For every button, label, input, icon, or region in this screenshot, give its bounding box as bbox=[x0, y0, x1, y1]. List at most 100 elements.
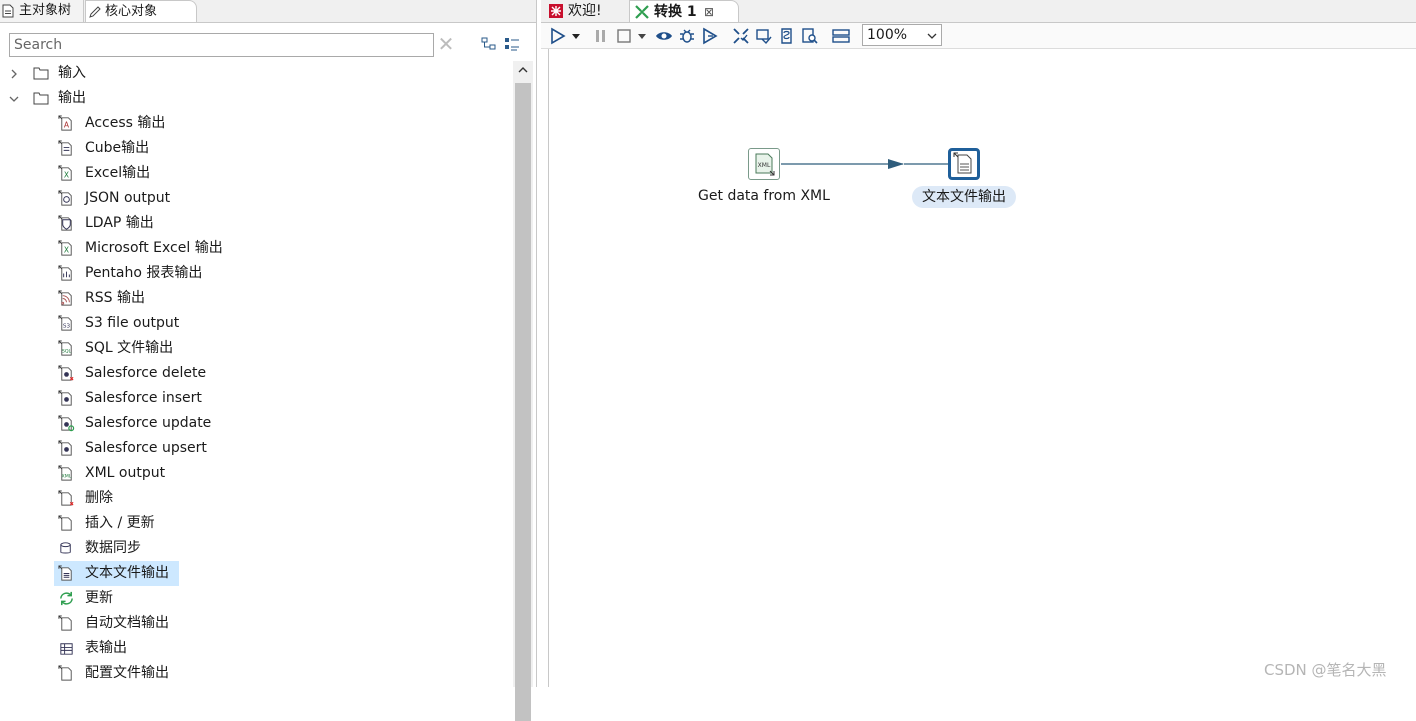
ldap-icon bbox=[58, 215, 75, 232]
step-item-label: Salesforce upsert bbox=[85, 440, 207, 456]
json-icon bbox=[58, 190, 75, 207]
table-output-icon bbox=[58, 640, 75, 657]
preview-icon[interactable] bbox=[655, 27, 673, 45]
replay-icon[interactable] bbox=[701, 27, 719, 45]
step-item-label: JSON output bbox=[85, 190, 171, 206]
tree-step-item[interactable]: Salesforce upsert bbox=[0, 436, 512, 461]
collapse-all-icon[interactable] bbox=[480, 35, 498, 53]
tree-step-item[interactable]: Salesforce delete bbox=[0, 361, 512, 386]
pause-icon[interactable] bbox=[592, 27, 610, 45]
sql-file-icon: SQL bbox=[58, 340, 75, 357]
left-tab-bar: 主对象树 核心对象 bbox=[0, 0, 536, 23]
step-item-label: 文本文件输出 bbox=[85, 565, 169, 581]
run-icon[interactable] bbox=[549, 27, 567, 45]
clear-search-icon[interactable]: ✕ bbox=[437, 34, 455, 54]
tree-step-item[interactable]: Salesforce update bbox=[0, 411, 512, 436]
step-item-label: RSS 输出 bbox=[85, 290, 145, 306]
tree-step-item[interactable]: LDAP 输出 bbox=[0, 211, 512, 236]
tree-step-item[interactable]: XML XML output bbox=[0, 461, 512, 486]
expand-all-icon[interactable] bbox=[503, 35, 521, 53]
left-panel: 主对象树 核心对象 ✕ 输入 bbox=[0, 0, 537, 721]
step-item-label: Microsoft Excel 输出 bbox=[85, 240, 223, 256]
xml-icon: XML bbox=[58, 465, 75, 482]
tab-core-objects[interactable]: 核心对象 bbox=[85, 0, 197, 22]
transformation-canvas[interactable]: XML Get data from XML 文本文件输出 bbox=[548, 49, 1416, 687]
step-item-label: SQL 文件输出 bbox=[85, 340, 174, 356]
tab-label: 转换 1 bbox=[654, 4, 697, 20]
tree-folder-input[interactable]: 输入 bbox=[0, 61, 512, 86]
insert-update-icon bbox=[58, 515, 75, 532]
tree-step-item[interactable]: JSON output bbox=[0, 186, 512, 211]
xml-input-icon: XML bbox=[749, 149, 779, 179]
impact-icon[interactable] bbox=[755, 27, 773, 45]
tree-step-item[interactable]: A Access 输出 bbox=[0, 111, 512, 136]
tree-folder-output[interactable]: 输出 bbox=[0, 86, 512, 111]
tab-transformation-1[interactable]: 转换 1 ⊠ bbox=[629, 0, 739, 22]
tree-step-item[interactable]: RSS 输出 bbox=[0, 286, 512, 311]
stop-dropdown-icon[interactable] bbox=[637, 27, 647, 45]
tab-label: 主对象树 bbox=[19, 3, 72, 18]
tree-step-item[interactable]: Pentaho 报表输出 bbox=[0, 261, 512, 286]
tab-welcome[interactable]: 欢迎! bbox=[545, 0, 627, 22]
folder-label: 输出 bbox=[58, 90, 86, 106]
auto-doc-icon bbox=[58, 615, 75, 632]
zoom-value: 100% bbox=[867, 27, 908, 43]
search-input[interactable] bbox=[9, 33, 434, 57]
transformation-toolbar: 100% bbox=[541, 23, 1416, 49]
step-item-label: Access 输出 bbox=[85, 115, 166, 131]
hop-layer bbox=[781, 159, 948, 169]
chevron-right-icon[interactable] bbox=[8, 68, 20, 80]
step-node-get-data-from-xml[interactable]: XML bbox=[748, 148, 780, 180]
salesforce-update-icon bbox=[58, 415, 75, 432]
folder-label: 输入 bbox=[58, 65, 86, 81]
step-item-label: Cube输出 bbox=[85, 140, 150, 156]
tree-step-item[interactable]: SQL SQL 文件输出 bbox=[0, 336, 512, 361]
tree-step-item[interactable]: 数据同步 bbox=[0, 536, 512, 561]
close-tab-icon[interactable]: ⊠ bbox=[704, 1, 714, 23]
step-node-text-file-output[interactable] bbox=[948, 148, 980, 180]
tree-step-item[interactable]: Salesforce insert bbox=[0, 386, 512, 411]
tree-step-item[interactable]: 更新 bbox=[0, 586, 512, 611]
tab-main-object-tree[interactable]: 主对象树 bbox=[0, 0, 84, 22]
step-item-label: 配置文件输出 bbox=[85, 665, 169, 681]
step-item-label: Excel输出 bbox=[85, 165, 151, 181]
tree-scrollbar[interactable] bbox=[513, 61, 533, 721]
watermark: CSDN @笔名大黑 bbox=[1264, 661, 1387, 679]
step-item-label: Salesforce update bbox=[85, 415, 212, 431]
verify-icon[interactable] bbox=[732, 27, 750, 45]
tree-step-item[interactable]: 表输出 bbox=[0, 636, 512, 661]
folder-icon bbox=[33, 66, 49, 80]
tree-step-item[interactable]: Cube输出 bbox=[0, 136, 512, 161]
text-file-icon bbox=[58, 565, 75, 582]
step-item-label: Pentaho 报表输出 bbox=[85, 265, 203, 281]
rss-icon bbox=[58, 290, 75, 307]
hop-arrow-icon bbox=[888, 159, 904, 169]
tree-step-item[interactable]: X Excel输出 bbox=[0, 161, 512, 186]
tree-step-item[interactable]: S3 S3 file output bbox=[0, 311, 512, 336]
run-dropdown-icon[interactable] bbox=[571, 27, 581, 45]
tree-step-item[interactable]: X Microsoft Excel 输出 bbox=[0, 236, 512, 261]
tree-step-item[interactable]: 插入 / 更新 bbox=[0, 511, 512, 536]
chevron-down-icon[interactable] bbox=[927, 32, 937, 40]
stop-icon[interactable] bbox=[615, 27, 633, 45]
explore-db-icon[interactable] bbox=[801, 27, 819, 45]
tree-step-item[interactable]: 配置文件输出 bbox=[0, 661, 512, 686]
text-file-output-icon bbox=[951, 151, 977, 177]
step-label-selected: 文本文件输出 bbox=[912, 186, 1016, 208]
report-icon bbox=[58, 265, 75, 282]
tree-step-item[interactable]: 自动文档输出 bbox=[0, 611, 512, 636]
zoom-select[interactable]: 100% bbox=[862, 24, 942, 46]
step-item-label: 插入 / 更新 bbox=[85, 515, 155, 531]
salesforce-delete-icon bbox=[58, 365, 75, 382]
svg-text:SQL: SQL bbox=[62, 348, 72, 354]
scrollbar-thumb[interactable] bbox=[515, 83, 531, 721]
tree-step-item[interactable]: 删除 bbox=[0, 486, 512, 511]
database-sync-icon bbox=[58, 540, 75, 557]
show-results-icon[interactable] bbox=[832, 27, 850, 45]
scroll-up-icon[interactable] bbox=[517, 65, 529, 75]
sql-icon[interactable] bbox=[778, 27, 796, 45]
debug-icon[interactable] bbox=[678, 27, 696, 45]
tree-step-item[interactable]: 文本文件输出 bbox=[0, 561, 512, 586]
step-label: Get data from XML bbox=[698, 188, 830, 204]
chevron-down-icon[interactable] bbox=[8, 93, 20, 105]
